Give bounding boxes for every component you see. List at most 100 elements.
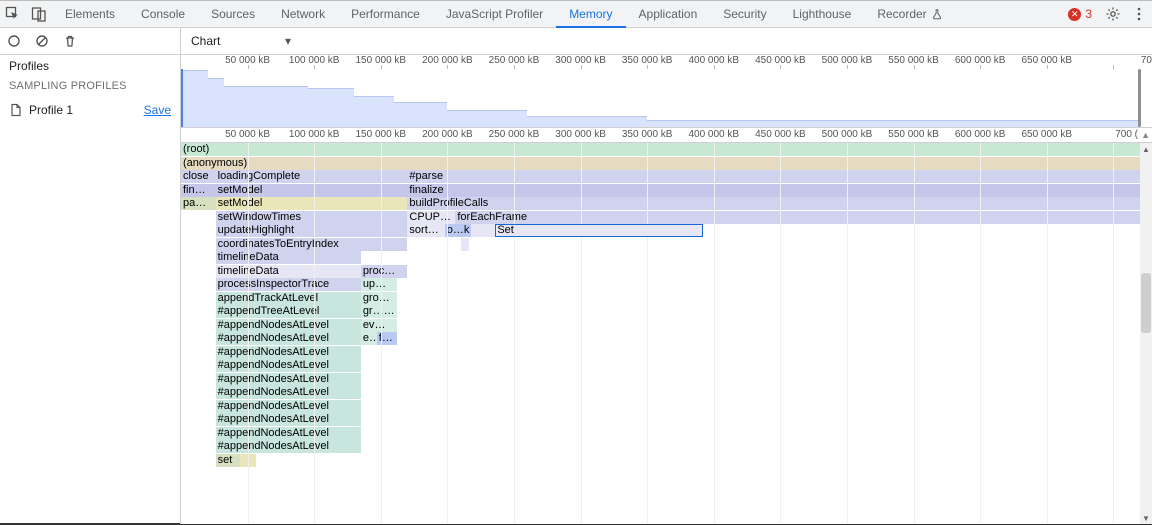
tab-label: Application: [639, 7, 698, 21]
error-count-badge[interactable]: ✕ 3: [1060, 1, 1100, 27]
tab-security[interactable]: Security: [710, 1, 779, 28]
scroll-down-icon[interactable]: ▼: [1140, 512, 1152, 524]
tab-javascript-profiler[interactable]: JavaScript Profiler: [433, 1, 556, 28]
flame-frame[interactable]: #appendNodesAtLevel: [216, 386, 361, 399]
scroll-up-icon[interactable]: ▲: [1140, 143, 1152, 155]
ruler-tick: 350 000 kB: [622, 129, 673, 140]
flame-frame[interactable]: proc…ata: [361, 265, 408, 278]
tab-label: JavaScript Profiler: [446, 7, 543, 21]
flame-frame[interactable]: ev…ew: [361, 319, 397, 332]
ruler-tick: 200 000 kB: [422, 129, 473, 140]
flame-frame[interactable]: #appendNodesAtLevel: [216, 400, 361, 413]
flame-frame[interactable]: setWindowTimes: [216, 211, 408, 224]
ruler-tick: 600 000 kB: [955, 129, 1006, 140]
profile-item[interactable]: Profile 1 Save: [0, 96, 180, 124]
tab-lighthouse[interactable]: Lighthouse: [780, 1, 865, 28]
flame-frame[interactable]: [461, 238, 469, 251]
view-select[interactable]: Chart ▾: [187, 31, 295, 51]
flame-frame[interactable]: [471, 224, 495, 237]
flame-frame[interactable]: #appendNodesAtLevel: [216, 346, 361, 359]
flame-frame[interactable]: #appendNodesAtLevel: [216, 332, 361, 345]
flame-frame[interactable]: sort…ples: [407, 224, 444, 237]
overview-pane[interactable]: 50 000 kB100 000 kB150 000 kB200 000 kB2…: [181, 55, 1152, 128]
flame-frame[interactable]: fin…ce: [181, 184, 216, 197]
flame-frame[interactable]: updateHighlight: [216, 224, 408, 237]
chevron-down-icon: ▾: [285, 34, 291, 48]
flame-frame[interactable]: finalize: [407, 184, 1140, 197]
tab-label: Lighthouse: [793, 7, 852, 21]
ruler-tick: 70: [1141, 55, 1152, 66]
flame-frame[interactable]: #appendNodesAtLevel: [216, 319, 361, 332]
error-count: 3: [1085, 7, 1092, 21]
memory-toolbar: Chart ▾: [0, 28, 1152, 55]
tab-network[interactable]: Network: [268, 1, 338, 28]
overview-position-indicator[interactable]: [181, 69, 183, 127]
flame-frame[interactable]: #appendNodesAtLevel: [216, 427, 361, 440]
flame-frame[interactable]: appendTrackAtLevel: [216, 292, 361, 305]
flame-frame[interactable]: set: [216, 454, 240, 467]
overview-bar: [447, 110, 527, 127]
flame-frame[interactable]: f…r: [377, 332, 397, 345]
flame-frame[interactable]: #appendTreeAtLevel: [216, 305, 361, 318]
delete-profile-button[interactable]: [56, 34, 84, 48]
device-toolbar-icon[interactable]: [26, 1, 52, 27]
flame-frame[interactable]: coordinatesToEntryIndex: [216, 238, 408, 251]
flame-frame[interactable]: timelineData: [216, 265, 361, 278]
ruler-tick: 100 000 kB: [289, 129, 340, 140]
ruler-tick: 700 (: [1115, 129, 1138, 140]
overview-bar: [647, 120, 1140, 127]
tab-application[interactable]: Application: [626, 1, 711, 28]
more-menu-icon[interactable]: [1126, 1, 1152, 27]
tab-console[interactable]: Console: [128, 1, 198, 28]
flame-frame[interactable]: [240, 454, 256, 467]
tab-recorder[interactable]: Recorder: [864, 1, 955, 28]
scrollbar-thumb[interactable]: [1141, 273, 1151, 333]
flame-frame[interactable]: setModel: [216, 184, 408, 197]
flame-frame[interactable]: timelineData: [216, 251, 361, 264]
tab-label: Memory: [569, 7, 612, 21]
record-button[interactable]: [0, 34, 28, 48]
overview-bar: [308, 88, 355, 127]
flame-frame[interactable]: #appendNodesAtLevel: [216, 373, 361, 386]
flame-frame[interactable]: gr…ew: [361, 305, 397, 318]
flame-frame[interactable]: CPUP…del: [407, 211, 455, 224]
flame-frame[interactable]: loadingComplete: [216, 170, 408, 183]
flame-frame[interactable]: (root): [181, 143, 1140, 156]
flame-frame[interactable]: Set: [495, 224, 703, 237]
flame-frame[interactable]: #appendNodesAtLevel: [216, 359, 361, 372]
tab-label: Sources: [211, 7, 255, 21]
tab-memory[interactable]: Memory: [556, 1, 625, 28]
flame-scrollbar[interactable]: ▲ ▼: [1140, 143, 1152, 524]
overview-bar: [208, 78, 224, 127]
overview-bar: [224, 86, 308, 127]
tab-elements[interactable]: Elements: [52, 1, 128, 28]
overview-bar: [354, 96, 394, 127]
flame-frame[interactable]: (anonymous): [181, 157, 1140, 170]
inspect-element-icon[interactable]: [0, 1, 26, 27]
flame-frame[interactable]: buildProfileCalls: [407, 197, 1140, 210]
memory-main: 50 000 kB100 000 kB150 000 kB200 000 kB2…: [181, 55, 1152, 524]
tab-performance[interactable]: Performance: [338, 1, 433, 28]
overview-handle[interactable]: [1138, 69, 1141, 127]
flame-frame[interactable]: processInspectorTrace: [216, 278, 361, 291]
sidebar-header: Profiles: [0, 55, 180, 77]
flame-frame[interactable]: e…: [361, 332, 377, 345]
flame-frame[interactable]: forEachFrame: [455, 211, 1140, 224]
flame-frame[interactable]: setModel: [216, 197, 408, 210]
flame-frame[interactable]: pa…at: [181, 197, 216, 210]
flame-frame[interactable]: close: [181, 170, 216, 183]
flame-frame[interactable]: o…k: [445, 224, 472, 237]
sidebar-subheader: SAMPLING PROFILES: [0, 77, 180, 96]
flame-frame[interactable]: up…up: [361, 278, 397, 291]
save-profile-link[interactable]: Save: [144, 103, 171, 117]
flame-frame[interactable]: #parse: [407, 170, 1140, 183]
ruler-tick: 550 000 kB: [888, 129, 939, 140]
flame-frame[interactable]: gro…ts: [361, 292, 397, 305]
settings-gear-icon[interactable]: [1100, 1, 1126, 27]
flame-frame[interactable]: #appendNodesAtLevel: [216, 413, 361, 426]
clear-button[interactable]: [28, 34, 56, 48]
flame-chart[interactable]: (root)(anonymous)closeloadingComplete#pa…: [181, 143, 1152, 524]
tab-label: Elements: [65, 7, 115, 21]
flame-frame[interactable]: #appendNodesAtLevel: [216, 440, 361, 453]
tab-sources[interactable]: Sources: [198, 1, 268, 28]
